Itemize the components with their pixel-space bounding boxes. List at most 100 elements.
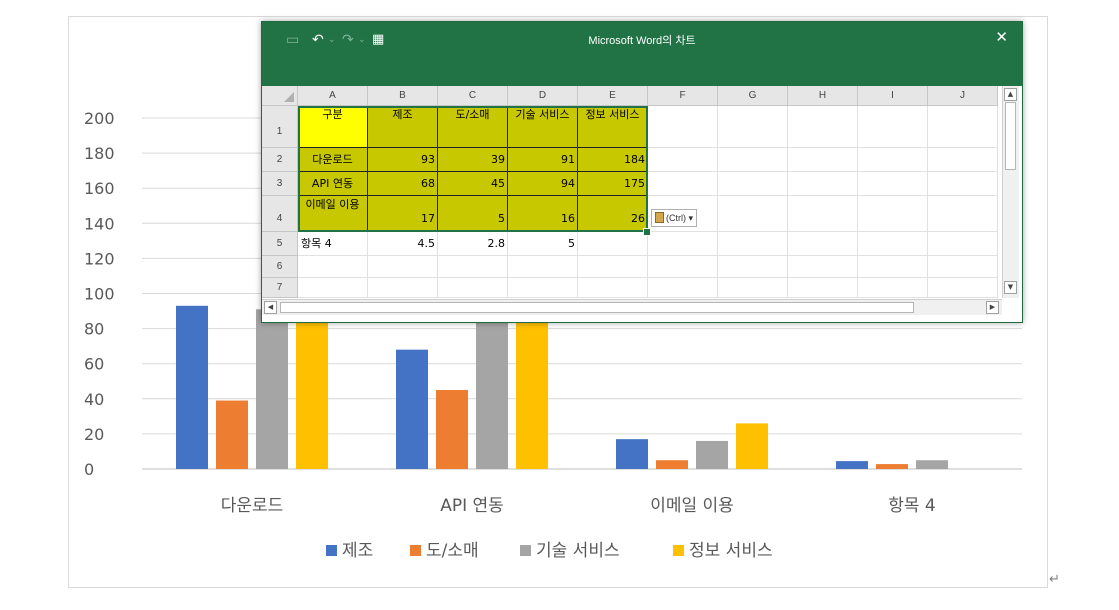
spreadsheet-cell[interactable] — [858, 148, 928, 172]
column-header[interactable]: F — [648, 86, 718, 106]
row-header[interactable]: 1 — [262, 106, 298, 148]
spreadsheet-cell[interactable]: 제조 — [368, 106, 438, 148]
bar[interactable] — [216, 400, 248, 469]
spreadsheet-cell[interactable]: 45 — [438, 172, 508, 196]
bar[interactable] — [736, 423, 768, 469]
spreadsheet-cell[interactable]: 2.8 — [438, 232, 508, 256]
bar[interactable] — [476, 304, 508, 469]
spreadsheet-cell[interactable] — [648, 106, 718, 148]
spreadsheet-cell[interactable]: 175 — [578, 172, 648, 196]
spreadsheet-cell[interactable] — [718, 256, 788, 278]
spreadsheet-cell[interactable] — [788, 232, 858, 256]
spreadsheet-cell[interactable] — [578, 232, 648, 256]
vertical-scroll-thumb[interactable] — [1005, 102, 1016, 170]
spreadsheet-cell[interactable] — [508, 278, 578, 298]
scroll-up-icon[interactable]: ▲ — [1004, 88, 1017, 101]
bar[interactable] — [436, 390, 468, 469]
spreadsheet-cell[interactable] — [858, 172, 928, 196]
spreadsheet-cell[interactable]: 17 — [368, 196, 438, 232]
excel-chart-data-window[interactable]: ▭ ↶ ⌄ ↷ ⌄ ▦ Microsoft Word의 차트 ✕ ABCDEFG… — [261, 21, 1023, 323]
spreadsheet-cell[interactable] — [928, 278, 998, 298]
column-header[interactable]: H — [788, 86, 858, 106]
spreadsheet-cell[interactable] — [368, 256, 438, 278]
column-header[interactable]: B — [368, 86, 438, 106]
spreadsheet-cell[interactable]: 정보 서비스 — [578, 106, 648, 148]
spreadsheet-cell[interactable] — [718, 172, 788, 196]
horizontal-scrollbar[interactable]: ◀ ▶ — [262, 299, 1002, 315]
bar[interactable] — [696, 440, 728, 469]
spreadsheet-cell[interactable] — [298, 278, 368, 298]
spreadsheet-cell[interactable]: 4.5 — [368, 232, 438, 256]
column-header[interactable]: A — [298, 86, 368, 106]
spreadsheet-cell[interactable] — [858, 196, 928, 232]
row-header[interactable]: 6 — [262, 256, 298, 278]
spreadsheet-cell[interactable]: 5 — [438, 196, 508, 232]
spreadsheet-cell[interactable] — [928, 196, 998, 232]
spreadsheet-cell[interactable] — [578, 278, 648, 298]
spreadsheet-cell[interactable] — [718, 232, 788, 256]
spreadsheet-cell[interactable]: 항목 4 — [298, 232, 368, 256]
spreadsheet-cell[interactable] — [928, 256, 998, 278]
spreadsheet-cell[interactable] — [788, 278, 858, 298]
spreadsheet-cell[interactable]: 68 — [368, 172, 438, 196]
bar[interactable] — [256, 309, 288, 469]
row-header[interactable]: 3 — [262, 172, 298, 196]
fill-handle[interactable] — [643, 228, 651, 236]
spreadsheet-cell[interactable]: 91 — [508, 148, 578, 172]
paste-options-button[interactable]: (Ctrl) ▾ — [651, 209, 698, 227]
bar[interactable] — [396, 349, 428, 469]
spreadsheet-cell[interactable] — [928, 172, 998, 196]
spreadsheet-cell[interactable] — [508, 256, 578, 278]
excel-titlebar[interactable]: ▭ ↶ ⌄ ↷ ⌄ ▦ Microsoft Word의 차트 ✕ — [262, 22, 1022, 86]
vertical-scrollbar[interactable]: ▲ ▼ — [1002, 86, 1019, 298]
spreadsheet-cell[interactable]: 16 — [508, 196, 578, 232]
close-icon[interactable]: ✕ — [995, 28, 1008, 46]
spreadsheet-cell[interactable] — [788, 148, 858, 172]
spreadsheet-cell[interactable]: 도/소매 — [438, 106, 508, 148]
spreadsheet-cell[interactable]: API 연동 — [298, 172, 368, 196]
spreadsheet-cell[interactable] — [438, 256, 508, 278]
spreadsheet-cell[interactable]: 이메일 이용 — [298, 196, 368, 232]
spreadsheet-cell[interactable] — [858, 256, 928, 278]
bar[interactable] — [656, 460, 688, 469]
spreadsheet-cell[interactable] — [648, 148, 718, 172]
spreadsheet-cell[interactable] — [788, 256, 858, 278]
spreadsheet-cell[interactable]: 기술 서비스 — [508, 106, 578, 148]
spreadsheet-cell[interactable]: 39 — [438, 148, 508, 172]
scroll-right-icon[interactable]: ▶ — [986, 301, 999, 314]
spreadsheet-cell[interactable] — [858, 278, 928, 298]
spreadsheet-cell[interactable] — [928, 148, 998, 172]
column-header[interactable]: E — [578, 86, 648, 106]
horizontal-scroll-thumb[interactable] — [280, 302, 914, 313]
spreadsheet-cell[interactable]: 93 — [368, 148, 438, 172]
bar[interactable] — [176, 305, 208, 469]
bar[interactable] — [916, 460, 948, 469]
bar[interactable] — [836, 461, 868, 469]
spreadsheet-cell[interactable] — [718, 148, 788, 172]
row-header[interactable]: 5 — [262, 232, 298, 256]
row-header[interactable]: 7 — [262, 278, 298, 298]
column-header[interactable]: C — [438, 86, 508, 106]
spreadsheet-cell[interactable] — [788, 172, 858, 196]
column-header[interactable]: G — [718, 86, 788, 106]
spreadsheet-cell[interactable] — [858, 106, 928, 148]
spreadsheet-cell[interactable] — [718, 196, 788, 232]
spreadsheet-cell[interactable]: 184 — [578, 148, 648, 172]
spreadsheet-cell[interactable] — [648, 172, 718, 196]
spreadsheet-cell[interactable] — [858, 232, 928, 256]
bar[interactable] — [876, 464, 908, 469]
bar[interactable] — [616, 439, 648, 469]
select-all-corner[interactable] — [262, 86, 298, 106]
scroll-left-icon[interactable]: ◀ — [264, 301, 277, 314]
spreadsheet-cell[interactable]: 94 — [508, 172, 578, 196]
spreadsheet-cell[interactable]: 구분 — [298, 106, 368, 148]
spreadsheet-cell[interactable] — [438, 278, 508, 298]
row-header[interactable]: 2 — [262, 148, 298, 172]
spreadsheet-cell[interactable] — [718, 278, 788, 298]
spreadsheet-cell[interactable] — [648, 256, 718, 278]
spreadsheet-cell[interactable] — [648, 278, 718, 298]
spreadsheet-cell[interactable] — [928, 106, 998, 148]
spreadsheet-cell[interactable] — [648, 232, 718, 256]
spreadsheet-cell[interactable] — [298, 256, 368, 278]
spreadsheet-cell[interactable] — [788, 106, 858, 148]
